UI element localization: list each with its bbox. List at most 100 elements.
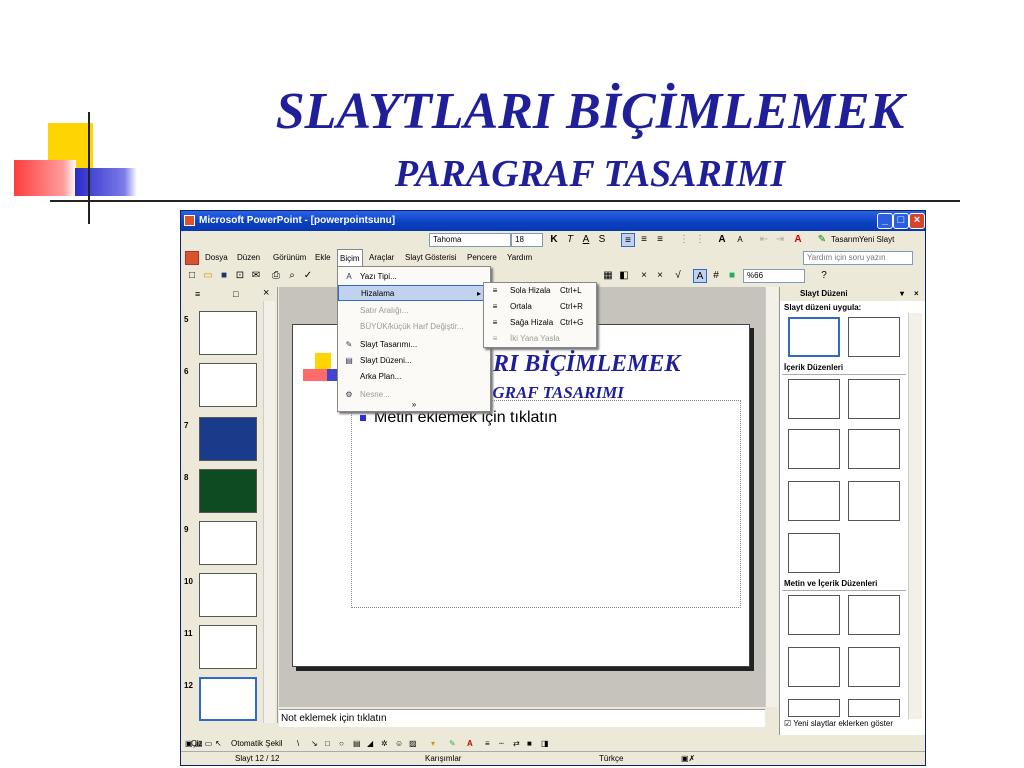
draw-label[interactable]: Çiz	[191, 737, 203, 751]
picture-icon[interactable]: ▨	[409, 737, 417, 751]
layout-two-content[interactable]	[848, 429, 900, 469]
layout-text-content-2[interactable]	[848, 647, 900, 687]
menu-expand-chevron[interactable]: »	[338, 397, 490, 413]
insert-table-icon[interactable]: ▦	[601, 269, 615, 283]
line-style-icon[interactable]: ≡	[485, 737, 490, 751]
layout-partial-2[interactable]	[848, 699, 900, 717]
show-on-insert-checkbox[interactable]: ☑ Yeni slaytlar eklerken göster	[784, 719, 893, 728]
decrease-indent-icon[interactable]: ⇤	[757, 233, 771, 247]
open-icon[interactable]: ▭	[201, 269, 215, 283]
dash-style-icon[interactable]: ┄	[499, 737, 504, 751]
bullets-icon[interactable]: ⋮	[693, 233, 707, 247]
shrink-font-icon[interactable]: A	[733, 233, 747, 247]
select-arrow-icon[interactable]: ↖	[215, 737, 222, 751]
minimize-button[interactable]: _	[877, 213, 893, 229]
menu-item-slide-design[interactable]: ✎ Slayt Tasarımı...	[338, 337, 490, 353]
textbox-icon[interactable]: ▤	[353, 737, 361, 751]
save-icon[interactable]: ■	[217, 269, 231, 283]
shadow-icon[interactable]: S	[595, 233, 609, 247]
color-icon[interactable]: ■	[725, 269, 739, 283]
arrow-icon[interactable]: ↘	[311, 737, 318, 751]
menu-item-font[interactable]: A Yazı Tipi...	[338, 269, 490, 285]
shadow-style-icon[interactable]: ■	[527, 737, 532, 751]
help-search-input[interactable]: Yardım için soru yazın	[803, 251, 913, 265]
menu-item-background[interactable]: Arka Plan...	[338, 369, 490, 385]
layout-title-content[interactable]	[788, 429, 840, 469]
bold-icon[interactable]: K	[547, 233, 561, 247]
slides-tab-icon[interactable]: □	[233, 289, 238, 299]
equation-icon[interactable]: √	[671, 269, 685, 283]
increase-indent-icon[interactable]: ⇥	[773, 233, 787, 247]
outline-tab-icon[interactable]: ≡	[195, 289, 200, 299]
font-name-box[interactable]: Tahoma	[429, 233, 511, 247]
layout-title-only[interactable]	[788, 317, 840, 357]
submenu-align-left[interactable]: ≡ Sola Hizala Ctrl+L	[484, 283, 596, 299]
layout-content[interactable]	[848, 379, 900, 419]
task-pane-scrollbar[interactable]	[908, 313, 922, 719]
diagram-icon[interactable]: ✲	[381, 737, 388, 751]
slide-thumbnail[interactable]	[199, 573, 257, 617]
3d-style-icon[interactable]: ◨	[541, 737, 549, 751]
font-size-box[interactable]: 18	[511, 233, 543, 247]
close-button[interactable]: ×	[909, 213, 925, 229]
layout-blank[interactable]	[788, 379, 840, 419]
slide-thumbnail[interactable]	[199, 417, 257, 461]
submenu-center[interactable]: ≡ Ortala Ctrl+R	[484, 299, 596, 315]
numbering-icon[interactable]: ⋮	[677, 233, 691, 247]
fill-color-icon[interactable]: ▾	[431, 737, 435, 751]
menu-araclar[interactable]: Araçlar	[369, 249, 394, 267]
slide-thumbnail[interactable]	[199, 521, 257, 565]
body-placeholder[interactable]: Metin eklemek için tıklatın	[351, 400, 741, 608]
insert-chart-icon[interactable]: ◧	[617, 269, 631, 283]
line-icon[interactable]: \	[297, 737, 299, 751]
layout-content-extra[interactable]	[788, 533, 840, 573]
slide-thumbnail[interactable]	[199, 625, 257, 669]
layout-two-column[interactable]	[848, 317, 900, 357]
subscript-icon[interactable]: ×	[637, 269, 651, 283]
new-slide-button[interactable]: Yeni Slayt	[859, 235, 894, 244]
menu-ekle[interactable]: Ekle	[315, 249, 331, 267]
layout-title-two-content[interactable]	[848, 481, 900, 521]
text-box-icon[interactable]: A	[693, 269, 707, 283]
new-icon[interactable]: □	[185, 269, 199, 283]
text-color-icon[interactable]: A	[467, 737, 473, 751]
grid-icon[interactable]: #	[709, 269, 723, 283]
menu-yardim[interactable]: Yardım	[507, 249, 532, 267]
task-pane-dropdown-icon[interactable]: ▾	[900, 287, 904, 301]
thumbnails-scrollbar[interactable]	[263, 301, 275, 723]
autoshapes-menu[interactable]: Otomatik Şekil	[231, 737, 283, 751]
layout-four-content[interactable]	[788, 481, 840, 521]
font-color-icon[interactable]: A	[791, 233, 805, 247]
menu-item-alignment[interactable]: Hizalama ▸	[338, 285, 490, 301]
print-preview-icon[interactable]: ⌕	[285, 269, 299, 283]
design-icon[interactable]: ✎	[815, 233, 829, 247]
help-icon[interactable]: ?	[817, 269, 831, 283]
wordart-icon[interactable]: ◢	[367, 737, 373, 751]
layout-content-text[interactable]	[788, 647, 840, 687]
slide-thumbnail[interactable]	[199, 311, 257, 355]
arrow-style-icon[interactable]: ⇄	[513, 737, 520, 751]
italic-icon[interactable]: T	[563, 233, 577, 247]
slide-thumbnail[interactable]	[199, 363, 257, 407]
align-left-icon[interactable]: ≡	[621, 233, 635, 247]
menu-gorunum[interactable]: Görünüm	[273, 249, 306, 267]
menu-slayt-gosterisi[interactable]: Slayt Gösterisi	[405, 249, 457, 267]
menu-item-slide-layout[interactable]: ▤ Slayt Düzeni...	[338, 353, 490, 369]
layout-text-two-content[interactable]	[848, 595, 900, 635]
align-right-icon[interactable]: ≡	[653, 233, 667, 247]
underline-icon[interactable]: A	[579, 233, 593, 247]
layout-text-content[interactable]	[788, 595, 840, 635]
print-icon[interactable]: ⎙	[269, 269, 283, 283]
menu-duzen[interactable]: Düzen	[237, 249, 260, 267]
align-center-icon[interactable]: ≡	[637, 233, 651, 247]
email-icon[interactable]: ✉	[249, 269, 263, 283]
menu-bicim[interactable]: Biçim	[337, 249, 363, 267]
grow-font-icon[interactable]: A	[715, 233, 729, 247]
rectangle-icon[interactable]: □	[325, 737, 330, 751]
notes-pane[interactable]: Not eklemek için tıklatın	[279, 709, 765, 727]
spelling-icon[interactable]: ✓	[301, 269, 315, 283]
zoom-box[interactable]: %66	[743, 269, 805, 283]
design-button[interactable]: Tasarım	[831, 235, 859, 244]
slide-vertical-scrollbar[interactable]	[765, 287, 778, 707]
oval-icon[interactable]: ○	[339, 737, 344, 751]
